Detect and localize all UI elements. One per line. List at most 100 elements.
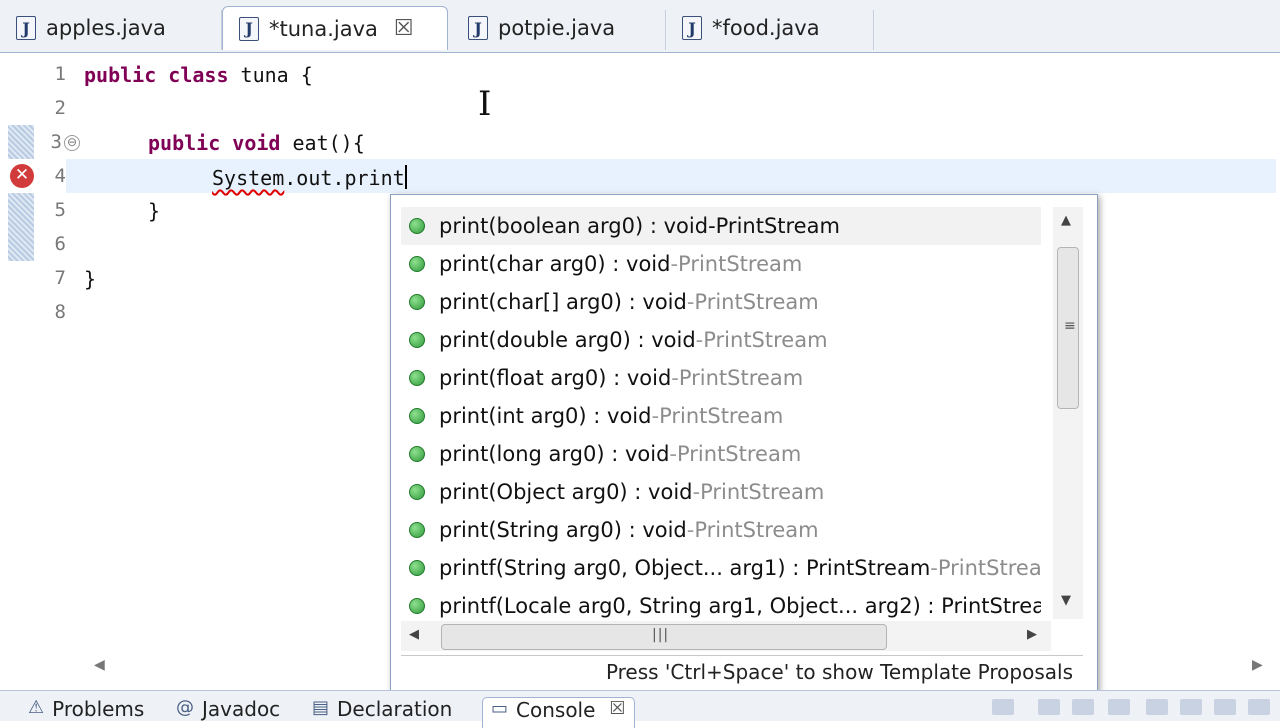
code-text: } xyxy=(148,199,161,223)
tab-problems[interactable]: ⚠ Problems xyxy=(28,697,144,727)
scroll-lock-icon[interactable] xyxy=(1146,699,1168,715)
proposal-item[interactable]: print(char[] arg0) : void - PrintStream xyxy=(401,283,1041,321)
keyword: void xyxy=(232,131,281,155)
tab-label: *food.java xyxy=(712,16,820,40)
proposal-item[interactable]: print(char arg0) : void - PrintStream xyxy=(401,245,1041,283)
tab-label: Problems xyxy=(52,697,145,721)
proposal-separator: - xyxy=(669,442,677,466)
remove-launch-icon[interactable] xyxy=(1038,699,1060,715)
public-method-icon xyxy=(409,522,425,538)
close-icon[interactable]: ☒ xyxy=(394,16,414,41)
grip-icon: ||| xyxy=(652,627,670,643)
proposal-item[interactable]: print(double arg0) : void - PrintStream xyxy=(401,321,1041,359)
horizontal-scroll-thumb[interactable]: ||| xyxy=(441,624,887,650)
code-line: ✕ 4 System.out.print xyxy=(0,159,1240,193)
scroll-right-arrow-icon[interactable]: ▶ xyxy=(1252,657,1263,673)
scroll-right-arrow-icon[interactable]: ▶ xyxy=(1027,627,1037,642)
clear-console-icon[interactable] xyxy=(1108,699,1130,715)
code-line: 1 public class tuna { xyxy=(0,57,1240,91)
public-method-icon xyxy=(409,446,425,462)
line-number: 3 xyxy=(50,131,62,153)
proposal-separator: - xyxy=(686,518,695,542)
code-fragment: eat(){ xyxy=(280,131,365,155)
line-number: 6 xyxy=(54,233,66,255)
tab-food-java[interactable]: J *food.java xyxy=(666,6,874,50)
line-number: 7 xyxy=(54,267,66,289)
scroll-left-arrow-icon[interactable]: ◀ xyxy=(94,657,105,673)
proposal-item[interactable]: printf(String arg0, Object... arg1) : Pr… xyxy=(401,549,1041,587)
proposal-item[interactable]: print(float arg0) : void - PrintStream xyxy=(401,359,1041,397)
keyword: public xyxy=(84,63,157,87)
scroll-left-arrow-icon[interactable]: ◀ xyxy=(409,627,419,642)
proposal-item[interactable]: print(String arg0) : void - PrintStream xyxy=(401,511,1041,549)
proposal-signature: printf(String arg0, Object... arg1) : Pr… xyxy=(439,556,931,580)
proposal-signature: print(long arg0) : void xyxy=(439,442,670,466)
proposal-signature: print(int arg0) : void xyxy=(439,404,652,428)
tab-console[interactable]: ▭ Console ☒ xyxy=(482,697,635,728)
proposal-signature: print(double arg0) : void xyxy=(439,328,696,352)
public-method-icon xyxy=(409,218,425,234)
public-method-icon xyxy=(409,598,425,614)
proposal-separator: - xyxy=(930,556,938,580)
tab-separator xyxy=(873,10,874,50)
tab-javadoc[interactable]: @ Javadoc xyxy=(176,697,280,727)
open-console-icon[interactable] xyxy=(1248,699,1270,715)
tab-label: Javadoc xyxy=(202,697,281,721)
javadoc-icon: @ xyxy=(176,697,194,718)
java-file-icon: J xyxy=(682,16,702,40)
proposal-owner: PrintStream xyxy=(678,252,803,276)
text-caret xyxy=(404,165,407,189)
proposal-item[interactable]: printf(Locale arg0, String arg1, Object.… xyxy=(401,587,1041,625)
display-console-icon[interactable] xyxy=(1214,699,1236,715)
scroll-up-arrow-icon[interactable]: ▲ xyxy=(1061,213,1071,228)
content-assist-status: Press 'Ctrl+Space' to show Template Prop… xyxy=(401,655,1083,687)
proposal-separator: - xyxy=(692,480,701,504)
proposal-item[interactable]: print(int arg0) : void - PrintStream xyxy=(401,397,1041,435)
proposal-signature: print(char[] arg0) : void xyxy=(439,290,687,314)
proposal-owner: PrintStrea xyxy=(937,556,1041,580)
proposal-owner: PrintStream xyxy=(694,290,819,314)
keyword: class xyxy=(168,63,229,87)
pin-console-icon[interactable] xyxy=(1180,699,1202,715)
console-icon: ▭ xyxy=(491,698,509,719)
code-text: public class tuna { xyxy=(84,63,313,87)
tab-apples-java[interactable]: J apples.java xyxy=(0,6,222,50)
content-assist-popup[interactable]: print(boolean arg0) : void - PrintStream… xyxy=(390,194,1098,694)
public-method-icon xyxy=(409,408,425,424)
proposal-item[interactable]: print(long arg0) : void - PrintStream xyxy=(401,435,1041,473)
proposal-separator: - xyxy=(686,290,695,314)
proposal-signature: print(Object arg0) : void xyxy=(439,480,693,504)
proposal-signature: print(boolean arg0) : void xyxy=(439,214,709,238)
proposal-separator: - xyxy=(651,404,660,428)
terminate-icon[interactable] xyxy=(992,699,1014,715)
public-method-icon xyxy=(409,484,425,500)
vertical-scroll-thumb[interactable]: ≡ xyxy=(1057,247,1079,409)
java-file-icon: J xyxy=(16,16,36,40)
proposal-separator: - xyxy=(671,366,679,390)
tab-label: *tuna.java xyxy=(269,16,378,41)
scroll-down-arrow-icon[interactable]: ▼ xyxy=(1061,593,1071,608)
tab-potpie-java[interactable]: J potpie.java xyxy=(452,6,666,50)
tab-label: Console xyxy=(516,698,596,722)
tab-declaration[interactable]: ▤ Declaration xyxy=(312,697,452,727)
fold-collapse-icon[interactable]: ⊖ xyxy=(64,135,80,151)
ibeam-cursor-icon: I xyxy=(478,84,492,124)
proposal-item[interactable]: print(boolean arg0) : void - PrintStream xyxy=(401,207,1041,245)
proposal-owner: PrintStream xyxy=(694,518,819,542)
public-method-icon xyxy=(409,560,425,576)
code-text: } xyxy=(84,267,97,291)
proposal-signature: print(float arg0) : void xyxy=(439,366,672,390)
remove-all-icon[interactable] xyxy=(1072,699,1094,715)
tab-label: potpie.java xyxy=(498,16,616,40)
tab-label: Declaration xyxy=(337,697,453,721)
tab-tuna-java[interactable]: J *tuna.java ☒ xyxy=(222,6,448,50)
proposal-horizontal-scrollbar[interactable]: ◀ ||| ▶ xyxy=(401,621,1051,651)
proposal-signature: print(char arg0) : void xyxy=(439,252,671,276)
public-method-icon xyxy=(409,370,425,386)
proposal-item[interactable]: print(Object arg0) : void - PrintStream xyxy=(401,473,1041,511)
proposal-vertical-scrollbar[interactable]: ▲ ≡ ▼ xyxy=(1053,207,1083,619)
line-number: 2 xyxy=(54,97,66,119)
views-tab-bar: ⚠ Problems @ Javadoc ▤ Declaration ▭ Con… xyxy=(0,690,1280,728)
close-icon[interactable]: ☒ xyxy=(609,698,625,719)
proposal-separator: - xyxy=(695,328,704,352)
